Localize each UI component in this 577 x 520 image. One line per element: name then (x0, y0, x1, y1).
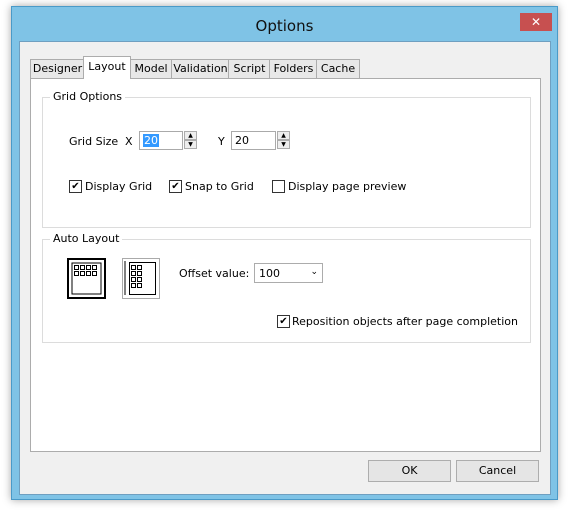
dialog-client: Designer Layout Model Validation Script … (19, 41, 551, 495)
auto-layout-title: Auto Layout (50, 232, 123, 245)
tab-label: Script (233, 62, 266, 75)
tab-script[interactable]: Script (228, 59, 271, 78)
grid-y-input[interactable]: 20 (231, 131, 276, 150)
spin-down-icon[interactable]: ▼ (184, 140, 197, 149)
chevron-down-icon: ⌄ (310, 267, 318, 277)
grid-y-spinner[interactable]: ▲ ▼ (277, 131, 290, 150)
grid-layout-icon (71, 262, 102, 295)
close-icon: ✕ (530, 15, 542, 29)
cancel-button[interactable]: Cancel (456, 460, 539, 482)
ok-label: OK (401, 464, 418, 477)
close-button[interactable]: ✕ (520, 13, 552, 31)
options-dialog: Options ✕ Designer Layout Model Validati… (11, 6, 558, 500)
tab-label: Designer (32, 62, 83, 75)
tab-folders[interactable]: Folders (269, 59, 318, 78)
offset-value-label: Offset value: (179, 267, 250, 280)
tab-label: Validation (173, 62, 228, 75)
grid-size-label: Grid Size (69, 135, 119, 148)
tab-label: Folders (273, 62, 314, 75)
offset-value: 100 (259, 267, 280, 280)
grid-x-value: 20 (143, 134, 159, 147)
layout-tab-page: Grid Options Grid Size X 20 ▲ ▼ Y 20 ▲ ▼ ✔ (30, 78, 541, 452)
tab-model[interactable]: Model (129, 59, 173, 78)
tab-designer[interactable]: Designer (30, 59, 85, 78)
x-label: X (125, 135, 133, 148)
tab-validation[interactable]: Validation (171, 59, 230, 78)
cancel-label: Cancel (478, 464, 517, 477)
window-title: Options (255, 17, 314, 35)
column-layout-icon (124, 261, 156, 295)
display-grid-checkbox[interactable]: ✔ (69, 180, 82, 193)
tab-label: Model (134, 62, 168, 75)
reposition-objects-checkbox[interactable]: ✔ (277, 315, 290, 328)
title-bar[interactable]: Options ✕ (12, 7, 557, 41)
grid-x-spinner[interactable]: ▲ ▼ (184, 131, 197, 150)
ok-button[interactable]: OK (368, 460, 451, 482)
check-icon: ✔ (279, 316, 288, 327)
tab-label: Layout (88, 60, 126, 73)
display-page-preview-label[interactable]: Display page preview (288, 180, 406, 193)
grid-x-input[interactable]: 20 (139, 131, 183, 150)
grid-options-title: Grid Options (50, 90, 126, 103)
grid-y-value: 20 (235, 134, 249, 147)
tab-cache[interactable]: Cache (316, 59, 360, 78)
snap-to-grid-checkbox[interactable]: ✔ (169, 180, 182, 193)
tab-layout[interactable]: Layout (83, 56, 131, 79)
spin-up-icon[interactable]: ▲ (277, 131, 290, 140)
snap-to-grid-label[interactable]: Snap to Grid (185, 180, 254, 193)
display-grid-label[interactable]: Display Grid (85, 180, 152, 193)
offset-value-select[interactable]: 100 ⌄ (254, 263, 323, 283)
check-icon: ✔ (71, 181, 80, 192)
reposition-objects-label[interactable]: Reposition objects after page completion (292, 315, 518, 328)
display-page-preview-checkbox[interactable] (272, 180, 285, 193)
spin-up-icon[interactable]: ▲ (184, 131, 197, 140)
tab-label: Cache (320, 62, 356, 75)
spin-down-icon[interactable]: ▼ (277, 140, 290, 149)
vertical-layout-icon[interactable] (122, 258, 160, 299)
y-label: Y (218, 135, 225, 148)
horizontal-layout-icon[interactable] (67, 258, 106, 299)
grid-options-group: Grid Options Grid Size X 20 ▲ ▼ Y 20 ▲ ▼ ✔ (42, 90, 531, 228)
check-icon: ✔ (171, 181, 180, 192)
auto-layout-group: Auto Layout Offset value: 100 ⌄ ✔ Reposi… (42, 232, 531, 343)
